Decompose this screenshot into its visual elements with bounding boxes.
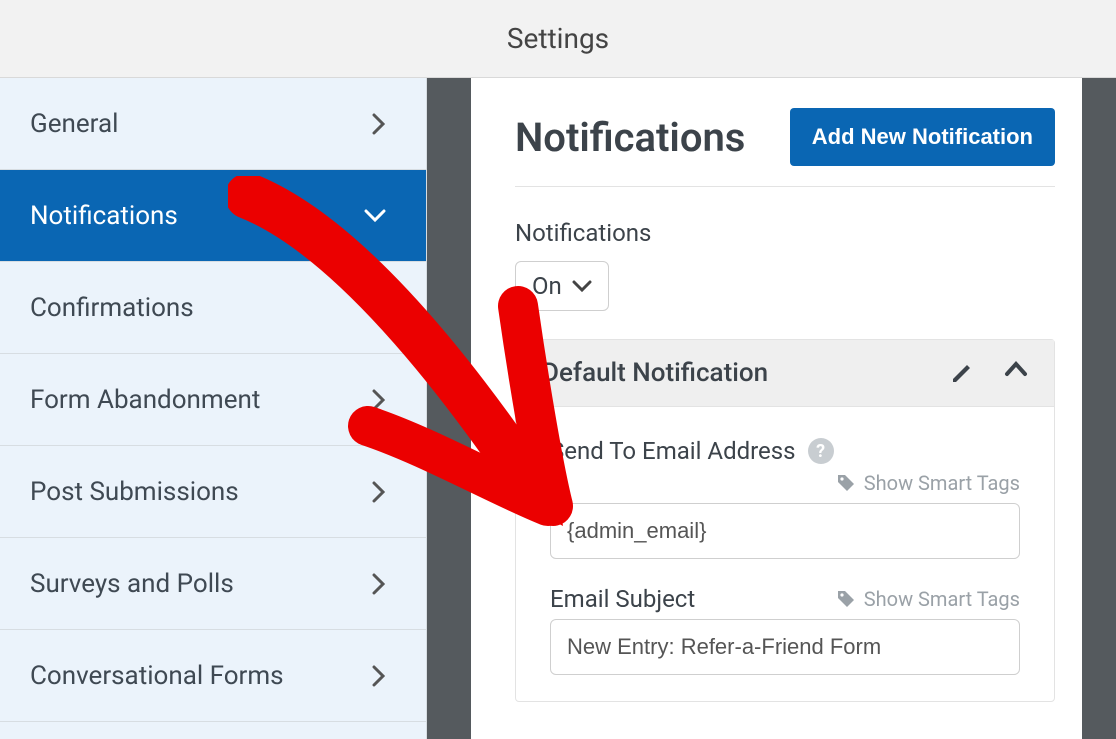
chevron-right-icon — [372, 573, 386, 595]
tag-icon — [836, 589, 856, 609]
notification-card-body: Send To Email Address ? Show Smart Tags … — [516, 407, 1054, 701]
notification-card-title: Default Notification — [542, 358, 768, 388]
notifications-toggle-label: Notifications — [515, 219, 1055, 247]
panel-heading: Notifications — [515, 114, 745, 161]
email-subject-input[interactable] — [550, 619, 1020, 675]
chevron-up-icon[interactable] — [1004, 361, 1028, 385]
sidebar-item-general[interactable]: General — [0, 78, 426, 170]
sidebar-item-form-abandonment[interactable]: Form Abandonment — [0, 354, 426, 446]
panel-gutter — [427, 78, 471, 739]
notifications-toggle[interactable]: On — [515, 261, 609, 311]
smart-tags-label: Show Smart Tags — [864, 471, 1020, 495]
settings-sidebar: General Notifications Confirmations Form… — [0, 78, 427, 739]
chevron-right-icon — [372, 665, 386, 687]
sidebar-item-notifications[interactable]: Notifications — [0, 170, 426, 262]
sidebar-item-label: Surveys and Polls — [30, 569, 234, 599]
chevron-right-icon — [372, 297, 386, 319]
sidebar-item-conversational-forms[interactable]: Conversational Forms — [0, 630, 426, 722]
help-icon[interactable]: ? — [808, 438, 834, 464]
sidebar-item-confirmations[interactable]: Confirmations — [0, 262, 426, 354]
page-title: Settings — [507, 22, 609, 55]
chevron-down-icon — [364, 209, 386, 223]
toggle-value: On — [532, 272, 562, 300]
notification-card-header: Default Notification — [516, 340, 1054, 407]
send-to-label: Send To Email Address — [550, 437, 796, 465]
sidebar-item-surveys-polls[interactable]: Surveys and Polls — [0, 538, 426, 630]
chevron-right-icon — [372, 113, 386, 135]
chevron-right-icon — [372, 481, 386, 503]
show-smart-tags-send-to[interactable]: Show Smart Tags — [550, 471, 1020, 495]
top-bar: Settings — [0, 0, 1116, 78]
chevron-right-icon — [372, 389, 386, 411]
sidebar-item-label: Post Submissions — [30, 477, 239, 507]
send-to-email-input[interactable] — [550, 503, 1020, 559]
panel-header: Notifications Add New Notification — [515, 108, 1055, 187]
sidebar-item-label: Conversational Forms — [30, 661, 284, 691]
sidebar-item-label: Notifications — [30, 201, 178, 231]
main-panel: Notifications Add New Notification Notif… — [471, 78, 1116, 739]
tag-icon — [836, 473, 856, 493]
sidebar-item-label: General — [30, 109, 118, 139]
body: General Notifications Confirmations Form… — [0, 78, 1116, 739]
notification-card: Default Notification Send To Email Addre… — [515, 339, 1055, 702]
sidebar-item-label: Form Abandonment — [30, 385, 260, 415]
sidebar-item-label: Confirmations — [30, 293, 194, 323]
show-smart-tags-subject[interactable]: Show Smart Tags — [836, 587, 1020, 611]
smart-tags-label: Show Smart Tags — [864, 587, 1020, 611]
panel-right-edge — [1082, 78, 1116, 739]
sidebar-item-post-submissions[interactable]: Post Submissions — [0, 446, 426, 538]
email-subject-label: Email Subject — [550, 585, 695, 613]
chevron-down-icon — [572, 279, 592, 293]
add-notification-button[interactable]: Add New Notification — [790, 108, 1055, 166]
pencil-icon[interactable] — [950, 361, 974, 385]
